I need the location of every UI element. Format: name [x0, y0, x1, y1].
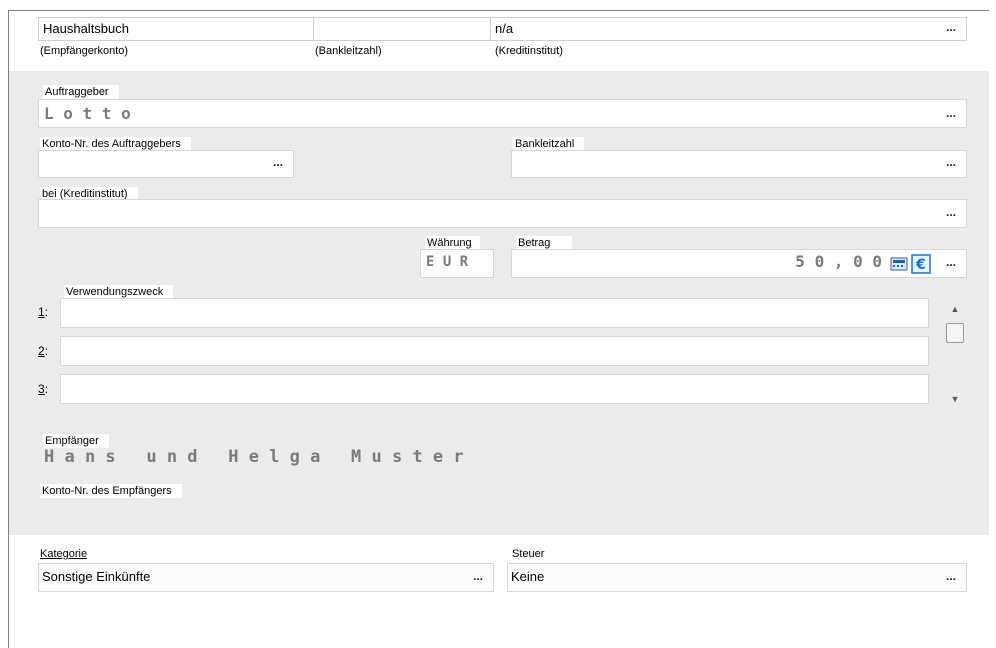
payer-value: L o t t o	[44, 104, 131, 123]
recipient-value: H a n s u n d H e l g a M u s t e r	[44, 447, 464, 467]
scroll-down-arrow-icon[interactable]: ▼	[946, 394, 964, 404]
currency-value: E U R	[426, 254, 469, 270]
payer-label: Auftraggeber	[43, 85, 119, 99]
currency-label: Währung	[425, 236, 480, 250]
payer-lookup-button[interactable]: ...	[941, 107, 961, 125]
recipient-account-label: Konto-Nr. des Empfängers	[40, 484, 182, 498]
payer-bank-code-field[interactable]	[511, 150, 967, 178]
tax-lookup-button[interactable]: ...	[941, 570, 961, 588]
category-label: Kategorie	[40, 548, 88, 560]
bank-code-caption: (Bankleitzahl)	[315, 45, 382, 57]
purpose-line-2-index: 2:	[38, 344, 49, 358]
purpose-line-1-input[interactable]	[60, 298, 929, 328]
purpose-line-1-index: 1:	[38, 305, 49, 319]
tax-select[interactable]	[507, 563, 967, 592]
euro-icon[interactable]: €	[911, 254, 931, 274]
scrollbar-thumb[interactable]	[946, 323, 964, 343]
institute-field[interactable]: n/a	[490, 17, 967, 41]
calculator-icon[interactable]	[890, 255, 908, 273]
payer-institute-field[interactable]	[38, 199, 967, 228]
category-lookup-button[interactable]: ...	[468, 570, 488, 588]
tax-value: Keine	[511, 569, 545, 584]
recipient-account-caption: (Empfängerkonto)	[40, 45, 129, 57]
bank-code-lookup-button[interactable]: ...	[941, 156, 961, 174]
institute-caption: (Kreditinstitut)	[495, 45, 563, 57]
amount-label: Betrag	[516, 236, 573, 250]
payer-account-label: Konto-Nr. des Auftraggebers	[40, 137, 191, 151]
bank-code-label: Bankleitzahl	[513, 137, 585, 151]
tax-label: Steuer	[512, 548, 545, 560]
recipient-label: Empfänger	[43, 434, 109, 448]
payer-institute-lookup-button[interactable]: ...	[941, 206, 961, 224]
payer-account-lookup-button[interactable]: ...	[268, 156, 288, 174]
purpose-line-2-input[interactable]	[60, 336, 929, 366]
payer-field[interactable]	[38, 99, 967, 128]
recipient-account-value: Haushaltsbuch	[43, 21, 129, 36]
institute-lookup-button[interactable]: ...	[941, 21, 961, 39]
purpose-line-3-index: 3:	[38, 382, 49, 396]
bank-code-field[interactable]	[313, 17, 491, 41]
purpose-line-3-input[interactable]	[60, 374, 929, 404]
payer-account-field[interactable]	[38, 150, 294, 178]
svg-text:€: €	[915, 257, 926, 273]
scroll-up-arrow-icon[interactable]: ▲	[946, 304, 964, 314]
category-value: Sonstige Einkünfte	[42, 569, 151, 584]
purpose-label: Verwendungszweck	[64, 285, 174, 299]
institute-value: n/a	[495, 21, 514, 36]
amount-options-button[interactable]: ...	[941, 256, 961, 274]
recipient-account-field[interactable]: Haushaltsbuch	[38, 17, 314, 41]
amount-value: 5 0 , 0 0	[795, 252, 882, 271]
